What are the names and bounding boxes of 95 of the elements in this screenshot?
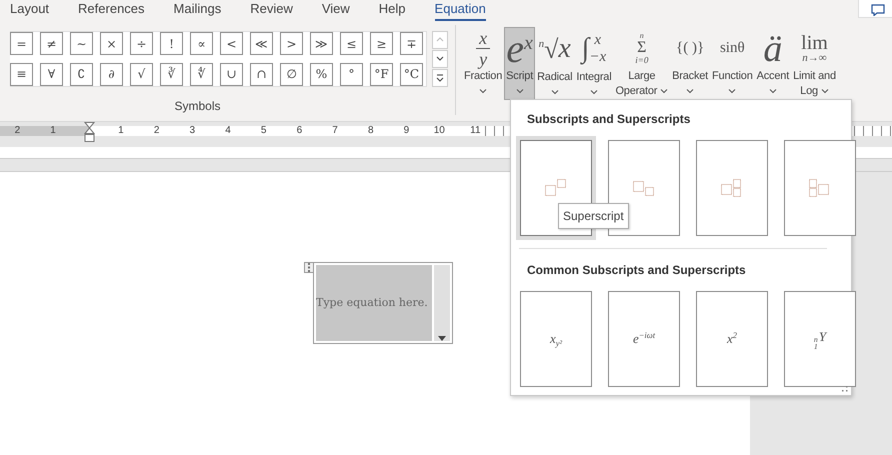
gallery-item[interactable] (784, 140, 856, 236)
symbol-button[interactable]: % (310, 62, 333, 86)
symbol-button[interactable]: ≫ (310, 32, 333, 55)
ribbon-tab[interactable]: References (78, 0, 145, 21)
gallery-item[interactable]: e$^{−iωt}$ (608, 291, 680, 387)
symbol-button[interactable]: ≥ (370, 32, 393, 55)
ruler-number: 4 (225, 125, 231, 136)
symbol-button[interactable]: ≤ (340, 32, 363, 55)
ruler-number: 9 (404, 125, 410, 136)
ribbon-tab[interactable]: Equation (434, 0, 486, 21)
equation-tool-icon: lim n→∞ (801, 28, 828, 69)
equation-tool-button[interactable]: n Σ i=0 Large Operator (613, 27, 670, 100)
symbol-button[interactable]: ∛ (160, 62, 183, 86)
ruler-number: 8 (368, 125, 374, 136)
gallery-item[interactable]: x$_{y²}$ (520, 291, 592, 387)
placeholder-boxes-icon (633, 179, 655, 197)
group-label: Symbols (173, 98, 222, 115)
chevron-icon (768, 88, 777, 94)
chevron-icon (686, 88, 694, 94)
chevron-icon (550, 89, 559, 96)
equation-tool-icon: sinθ (720, 28, 745, 69)
formula: e$^{−iωt}$ (632, 329, 656, 348)
equation-tool-button[interactable]: sinθ Function (710, 27, 755, 100)
equation-placeholder: Type equation here. (316, 265, 432, 341)
placeholder-boxes-icon (721, 179, 743, 197)
symbol-button[interactable]: < (220, 32, 243, 55)
ruler-number: 6 (296, 125, 302, 136)
ruler-number: 10 (434, 125, 445, 136)
ruler-number: 11 (470, 125, 481, 136)
formula: x$_{y²}$ (550, 330, 562, 350)
ruler-number: 5 (260, 125, 266, 136)
equation-tool-button[interactable]: x y Fraction (462, 27, 504, 100)
section-heading: Common Subscripts and Superscripts (526, 262, 747, 279)
ribbon-tab[interactable]: Layout (10, 0, 50, 21)
tooltip: Superscript (558, 203, 629, 229)
ruler-number: 7 (332, 125, 338, 136)
placeholder-boxes-icon (545, 179, 567, 197)
symbol-button[interactable]: ∅ (280, 62, 303, 86)
ruler-number: 1 (118, 125, 124, 136)
symbol-button[interactable]: × (100, 32, 123, 55)
symbol-button[interactable]: ∪ (220, 62, 243, 86)
symbol-button[interactable]: ∀ (40, 62, 63, 86)
gallery-item[interactable] (696, 140, 768, 236)
symbol-button[interactable]: ∝ (190, 32, 213, 55)
chevron-icon (728, 88, 736, 94)
comment-icon (871, 4, 885, 16)
chevron-icon (590, 89, 598, 96)
symbol-button[interactable]: = (10, 32, 33, 55)
symbol-button[interactable]: ≡ (10, 62, 33, 86)
scroll-down-icon (436, 55, 444, 63)
chevron-icon (516, 88, 524, 94)
symbol-button[interactable]: > (280, 32, 303, 55)
symbol-button[interactable]: ∂ (100, 62, 123, 86)
ruler-number: 1 (50, 125, 56, 136)
formula: x$^{2}$ (727, 329, 737, 348)
equation-tool-icon: n Σ i=0 (635, 28, 648, 69)
symbol-button[interactable]: ! (160, 32, 183, 55)
expand-icon (436, 74, 444, 82)
chevron-icon (479, 88, 488, 94)
symbol-button[interactable]: ∁ (70, 62, 93, 86)
ruler-number: 2 (154, 125, 160, 136)
grip-icon (306, 263, 312, 272)
equation-tool-button[interactable]: ä Accent (754, 27, 792, 100)
ruler-number: 2 (14, 125, 20, 136)
ruler-number: 3 (190, 125, 196, 136)
symbol-button[interactable]: °F (370, 62, 393, 86)
symbol-button[interactable]: ≠ (40, 32, 63, 55)
more-symbols-button[interactable] (432, 69, 448, 87)
placeholder-boxes-icon (809, 179, 831, 197)
ribbon-tab[interactable]: Mailings (174, 0, 222, 21)
ribbon-tab[interactable]: Review (250, 0, 293, 21)
symbol-button[interactable]: ≪ (250, 32, 273, 55)
equation-tool-icon: ä (763, 28, 782, 69)
symbol-button[interactable]: ∓ (400, 32, 423, 55)
dropdown-arrow-icon (438, 336, 446, 341)
chevron-icon (820, 88, 829, 94)
symbol-button[interactable]: ∜ (190, 62, 213, 86)
symbol-button[interactable]: √ (130, 62, 153, 86)
symbol-button[interactable]: ÷ (130, 32, 153, 55)
drag-handle[interactable] (304, 262, 314, 273)
chevron-icon (660, 88, 668, 94)
ribbon-tab[interactable]: View (322, 0, 350, 21)
equation-tool-button[interactable]: {( )} Bracket (670, 27, 710, 100)
gallery-item[interactable]: x$^{2}$ (696, 291, 768, 387)
symbol-button[interactable]: °C (400, 62, 423, 86)
scroll-up-icon (436, 36, 444, 44)
symbol-button[interactable]: ∩ (250, 62, 273, 86)
symbol-button[interactable]: ~ (70, 32, 93, 55)
equation-tool-button[interactable]: lim n→∞ Limit and Log (791, 27, 838, 100)
comments-button[interactable] (858, 0, 892, 18)
ribbon-tab[interactable]: Help (378, 0, 406, 21)
scroll-down-button[interactable] (432, 50, 448, 68)
symbol-button[interactable]: ° (340, 62, 363, 86)
section-heading: Subscripts and Superscripts (526, 111, 692, 128)
equation-tool-icon: {( )} (676, 28, 704, 69)
